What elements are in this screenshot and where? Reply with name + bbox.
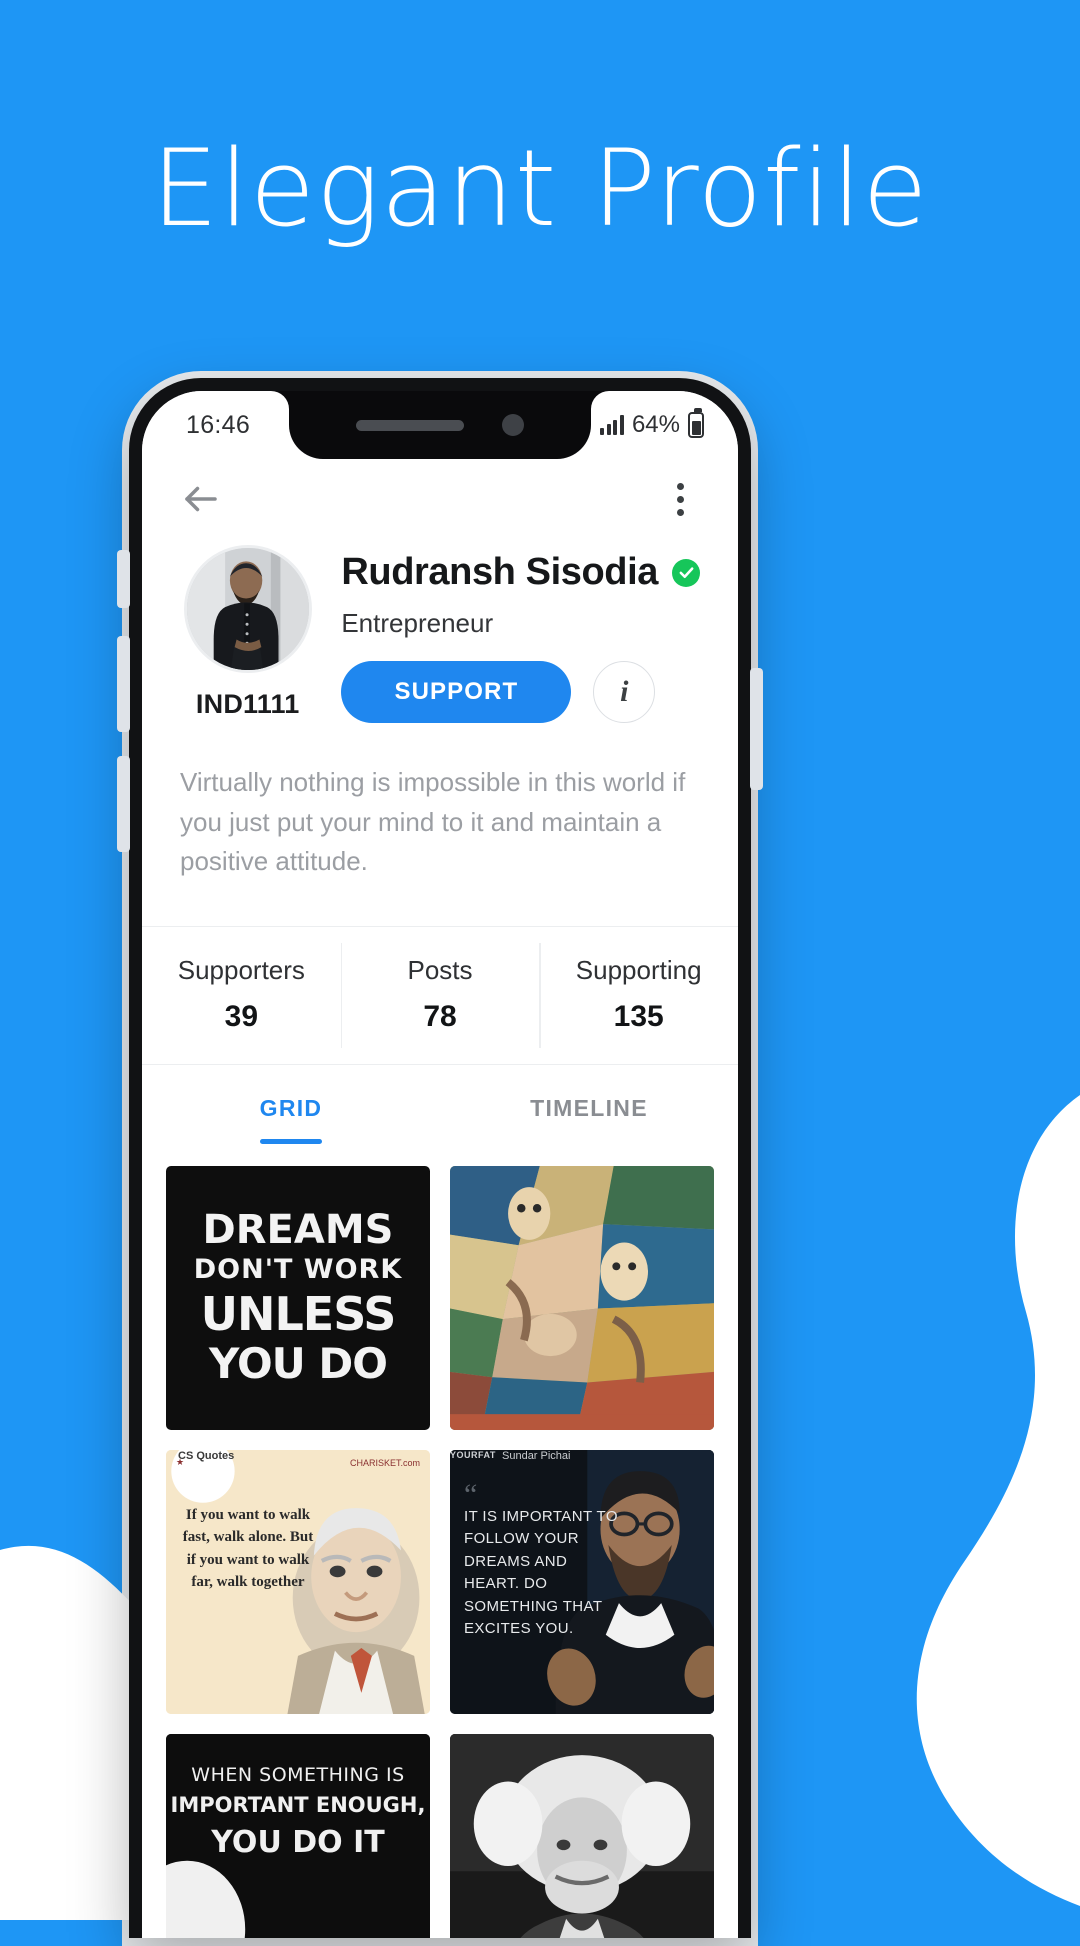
tab-grid[interactable]: GRID xyxy=(142,1065,440,1144)
cubist-painting-thumbnail xyxy=(450,1165,714,1430)
profile-name: Rudransh Sisodia xyxy=(341,551,658,593)
stat-label: Supporting xyxy=(575,954,702,985)
status-bar-time: 16:46 xyxy=(186,410,251,439)
battery-percent-label: 64% xyxy=(631,411,680,438)
stat-label: Supporters xyxy=(177,954,305,985)
support-button[interactable]: SUPPORT xyxy=(341,661,572,723)
status-bar: 16:46 64% xyxy=(142,391,738,459)
profile-header: IND1111 Rudransh Sisodia Entrepreneur SU… xyxy=(142,539,738,723)
arrow-left-icon[interactable] xyxy=(180,478,222,520)
status-bar-indicators: 64% xyxy=(600,391,704,459)
post-grid: DREAMS DON'T WORK UNLESS YOU DO ★ CHARIS… xyxy=(142,1144,738,1938)
app-bar xyxy=(142,459,738,539)
battery-icon xyxy=(688,408,704,438)
post-tile-3[interactable]: ★ CHARISKET.com If you want to walk fast… xyxy=(166,1449,430,1714)
profile-name-row: Rudransh Sisodia xyxy=(341,551,700,594)
info-button[interactable]: i xyxy=(593,661,656,723)
stat-value: 78 xyxy=(423,999,457,1033)
content-tabs: GRID TIMELINE xyxy=(142,1065,738,1144)
more-vertical-icon[interactable] xyxy=(666,477,694,522)
post-5-line-1: WHEN SOMETHING IS xyxy=(191,1763,405,1786)
post-1-line-4: YOU DO xyxy=(209,1339,388,1389)
phone-mockup: 16:46 64% IND1111 Rudransh Sisodia Entre… xyxy=(117,371,763,1946)
post-3-footer: CS Quotes xyxy=(178,1449,235,1462)
phone-button-right-1 xyxy=(750,668,763,790)
post-tile-6[interactable] xyxy=(450,1733,714,1938)
signal-bars-icon xyxy=(600,415,624,435)
profile-actions: SUPPORT i xyxy=(341,661,700,723)
post-1-line-1: DREAMS xyxy=(202,1207,394,1254)
post-5-line-3: YOU DO IT xyxy=(211,1824,385,1860)
stat-supporting[interactable]: Supporting 135 xyxy=(539,927,738,1064)
post-4-badge: YOURFAT xyxy=(450,1449,496,1460)
post-1-line-2: DON'T WORK xyxy=(193,1254,403,1286)
stat-value: 39 xyxy=(224,999,259,1033)
post-5-quote: WHEN SOMETHING IS IMPORTANT ENOUGH, YOU … xyxy=(166,1764,430,1938)
post-tile-2[interactable] xyxy=(450,1165,714,1430)
post-5-line-2: IMPORTANT ENOUGH, xyxy=(170,1793,426,1818)
user-avatar-image xyxy=(186,548,309,670)
avatar[interactable] xyxy=(183,545,312,673)
page-title: Elegant Profile xyxy=(151,127,929,250)
profile-bio: Virtually nothing is impossible in this … xyxy=(180,767,686,877)
verified-check-icon xyxy=(672,558,700,587)
user-id-label: IND1111 xyxy=(195,689,300,719)
front-camera xyxy=(502,414,524,436)
post-tile-4[interactable]: “ IT IS IMPORTANT TO FOLLOW YOUR DREAMS … xyxy=(450,1449,714,1714)
profile-info: Rudransh Sisodia Entrepreneur SUPPORT i xyxy=(341,545,700,723)
post-tile-1[interactable]: DREAMS DON'T WORK UNLESS YOU DO xyxy=(166,1165,430,1430)
einstein-portrait-thumbnail xyxy=(450,1733,714,1938)
phone-screen: 16:46 64% IND1111 Rudransh Sisodia Entre… xyxy=(142,391,738,1938)
phone-notch xyxy=(261,391,619,459)
stat-label: Posts xyxy=(407,954,473,985)
stat-value: 135 xyxy=(613,999,664,1033)
phone-button-left-2 xyxy=(117,636,130,732)
tab-timeline[interactable]: TIMELINE xyxy=(440,1065,738,1144)
post-tile-5[interactable]: WHEN SOMETHING IS IMPORTANT ENOUGH, YOU … xyxy=(166,1733,430,1938)
background-wave-right xyxy=(916,1095,1080,1920)
post-1-quote: DREAMS DON'T WORK UNLESS YOU DO xyxy=(166,1166,430,1430)
stats-row: Supporters 39 Posts 78 Supporting 135 xyxy=(142,925,738,1065)
phone-button-left-3 xyxy=(117,756,130,852)
notch-mask-left xyxy=(261,391,289,421)
stat-supporters[interactable]: Supporters 39 xyxy=(142,927,341,1064)
avatar-column: IND1111 xyxy=(180,545,315,723)
profile-title: Entrepreneur xyxy=(341,608,494,638)
phone-button-left-1 xyxy=(117,550,130,608)
post-1-line-3: UNLESS xyxy=(200,1287,397,1342)
stat-posts[interactable]: Posts 78 xyxy=(340,927,540,1064)
speaker-grille xyxy=(356,419,464,431)
